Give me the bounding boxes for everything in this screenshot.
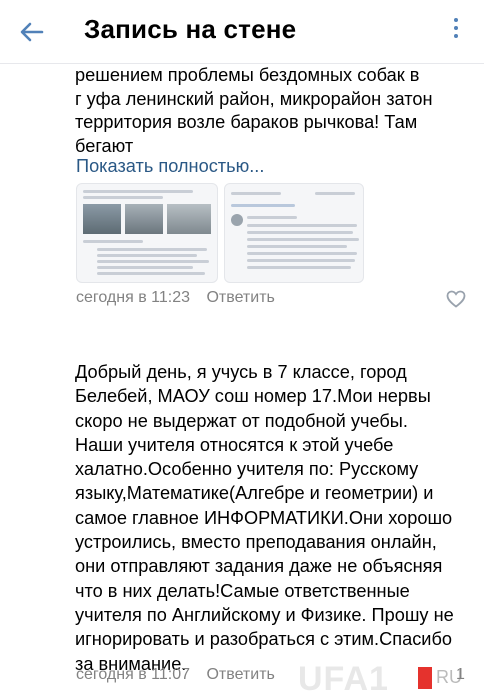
text-line: устроились, вместо преподавания онлайн, <box>75 532 437 553</box>
more-options-button[interactable] <box>442 14 470 48</box>
text-line: Наши учителя относятся к этой учебе <box>75 434 394 455</box>
text-placeholder <box>247 266 351 269</box>
text-line: они отправляют задания даже не объясняя <box>75 556 443 577</box>
post-meta: сегодня в 11:23 Ответить <box>76 289 275 307</box>
top-bar: Запись на стене <box>0 0 484 64</box>
text-placeholder <box>97 248 207 251</box>
heart-icon <box>446 290 466 308</box>
text-placeholder <box>231 204 295 207</box>
text-placeholder <box>247 245 347 248</box>
text-line: территория возле бараков рычкова! Там <box>75 112 418 132</box>
text-line: что в них делать!Самые ответственные <box>75 580 410 601</box>
attachment-screenshot[interactable] <box>76 183 218 283</box>
reply-button[interactable]: Ответить <box>206 289 274 306</box>
text-placeholder <box>97 260 209 263</box>
dot-icon <box>454 34 458 38</box>
post-time: сегодня в 11:07 <box>76 666 191 683</box>
text-line: халатно.Особенно учителя по: Русскому <box>75 459 419 480</box>
text-placeholder <box>247 224 357 227</box>
like-count: 1 <box>456 666 465 683</box>
text-line: самое главное ИНФОРМАТИКИ.Они хорошо <box>75 507 453 528</box>
photo-thumbnail <box>167 204 211 234</box>
back-button[interactable] <box>16 16 48 48</box>
text-line: языку,Математике(Алгебре и геометрии) и <box>75 483 434 504</box>
avatar <box>231 214 243 226</box>
text-placeholder <box>83 196 163 199</box>
text-line: бегают <box>75 135 134 156</box>
text-placeholder <box>97 254 197 257</box>
text-placeholder <box>247 216 297 219</box>
text-line: Добрый день, я учусь в 7 классе, город <box>75 362 407 382</box>
text-line: игнорировать и разобраться с этим.Спасиб… <box>75 629 452 650</box>
post-text: решением проблемы бездомных собак в г уф… <box>75 64 475 158</box>
text-placeholder <box>97 266 193 269</box>
text-placeholder <box>247 252 357 255</box>
post-text: Добрый день, я учусь в 7 классе, город Б… <box>75 360 475 676</box>
dot-icon <box>454 18 458 22</box>
like-button[interactable] <box>446 290 466 308</box>
post-meta: сегодня в 11:07 Ответить <box>76 666 275 684</box>
text-placeholder <box>315 192 355 195</box>
attachment-screenshot[interactable] <box>224 183 364 283</box>
text-placeholder <box>83 240 143 243</box>
text-placeholder <box>231 192 281 195</box>
text-line: решением проблемы бездомных собак в <box>75 65 420 85</box>
watermark-logo <box>418 667 432 689</box>
text-line: скоро не выдержат от подобной учебы. <box>75 410 408 431</box>
show-more-link[interactable]: Показать полностью... <box>76 156 264 177</box>
photo-thumbnail <box>83 204 121 234</box>
post-time: сегодня в 11:23 <box>76 289 191 306</box>
text-placeholder <box>83 190 193 193</box>
reply-button[interactable]: Ответить <box>206 666 274 683</box>
text-placeholder <box>97 272 205 275</box>
text-line: г уфа ленинский район, микрорайон затон <box>75 88 433 109</box>
text-placeholder <box>247 238 359 241</box>
text-placeholder <box>247 259 355 262</box>
watermark: UFA1 <box>298 660 389 698</box>
text-placeholder <box>247 231 353 234</box>
arrow-left-icon <box>20 22 44 42</box>
page-title: Запись на стене <box>84 14 297 44</box>
text-line: учителя по Английскому и Физике. Прошу н… <box>75 604 454 625</box>
text-line: Белебей, МАОУ сош номер 17.Мои нервы <box>75 386 431 407</box>
dot-icon <box>454 26 458 30</box>
photo-thumbnail <box>125 204 163 234</box>
